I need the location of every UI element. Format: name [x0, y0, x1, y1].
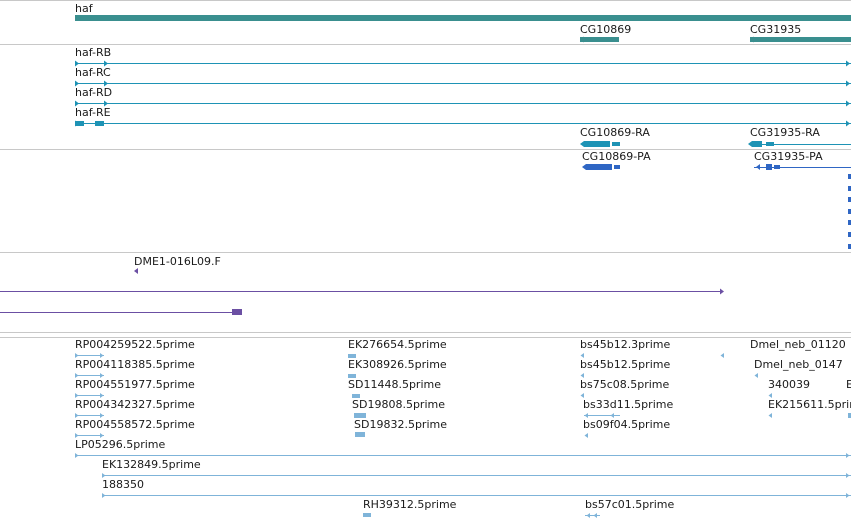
est-label: bs45b12.5prime: [580, 358, 671, 371]
transcript-label-cg31935-ra: CG31935-RA: [750, 126, 820, 139]
gene-label-cg31935: CG31935: [750, 23, 802, 36]
est-label: RP004118385.5prime: [75, 358, 195, 371]
protein-label-cg10869-pa: CG10869-PA: [582, 150, 651, 163]
transcript-exon: [584, 141, 610, 147]
protein-exon: [586, 164, 612, 170]
est-label: Dmel_neb_01120: [750, 338, 846, 351]
transcript-label-haf-re: haf-RE: [75, 106, 111, 119]
est-arrow: [846, 453, 850, 458]
est-label: 188350: [102, 478, 144, 491]
transcript-label-cg10869-ra: CG10869-RA: [580, 126, 650, 139]
est-label: LP05296.5prime: [75, 438, 166, 451]
est-label: RH39312.5prime: [363, 498, 457, 511]
est-arrow: [846, 493, 850, 498]
est-label: bs75c08.5prime: [580, 378, 670, 391]
est-label: EK308926.5prime: [348, 358, 447, 371]
gene-bar-cg10869: [580, 37, 619, 42]
est-label: Dmel_neb_0147: [754, 358, 843, 371]
est-arrow: [768, 413, 772, 418]
est-arrow: [584, 433, 588, 438]
est-label: RP004551977.5prime: [75, 378, 195, 391]
est-arrow: [846, 473, 850, 478]
transcript-exon: [75, 121, 84, 126]
clone-arrow: [134, 268, 138, 274]
gene-label-haf: haf: [75, 2, 93, 15]
est-label: SD19808.5prime: [352, 398, 445, 411]
protein-exon: [774, 165, 780, 169]
est-label: RP004342327.5prime: [75, 398, 195, 411]
protein-exon-arrow: [582, 164, 586, 170]
est-label: RP004558572.5prime: [75, 418, 195, 431]
est-label: bs45b12.3prime: [580, 338, 671, 351]
est-label: E: [846, 378, 851, 391]
est-arrow: [75, 453, 79, 458]
clone-label-dme1-016l09: DME1-016L09.F: [134, 255, 221, 268]
gene-bar-cg31935: [750, 37, 851, 42]
est-label: EK276654.5prime: [348, 338, 447, 351]
transcript-exon-arrow: [748, 141, 752, 147]
est-block: [355, 432, 365, 437]
est-label: bs09f04.5prime: [583, 418, 671, 431]
genome-browser-view: haf CG10869 CG31935 haf-RB haf-RC haf-RD…: [0, 0, 851, 521]
est-arrow: [593, 513, 597, 518]
clone-arrow: [720, 288, 724, 295]
transcript-label-haf-rc: haf-RC: [75, 66, 111, 79]
est-label: bs57c01.5prime: [585, 498, 675, 511]
transcript-exon: [612, 142, 620, 146]
protein-exon: [614, 165, 620, 169]
protein-exon: [766, 164, 772, 170]
transcript-exon-arrow: [846, 100, 850, 107]
transcript-exon: [95, 121, 104, 126]
est-label: SD19832.5prime: [354, 418, 447, 431]
transcript-exon-arrow: [580, 141, 584, 147]
transcript-exon-arrow: [846, 80, 850, 87]
transcript-exon: [766, 142, 774, 146]
transcript-exon-arrow: [846, 120, 850, 127]
transcript-exon: [752, 141, 762, 147]
protein-exon-arrow: [756, 164, 760, 170]
est-label: EK132849.5prime: [102, 458, 201, 471]
est-label: bs33d11.5prime: [583, 398, 674, 411]
gene-bar-haf: [75, 15, 851, 21]
transcript-label-haf-rd: haf-RD: [75, 86, 113, 99]
est-arrow: [754, 373, 758, 378]
clone-block: [232, 309, 242, 315]
est-label: 340039: [768, 378, 810, 391]
est-label: EK215611.5prime: [768, 398, 851, 411]
est-block: [363, 513, 371, 517]
est-arrow: [586, 513, 590, 518]
est-arrow: [102, 493, 106, 498]
protein-label-cg31935-pa: CG31935-PA: [754, 150, 823, 163]
gene-label-cg10869: CG10869: [580, 23, 632, 36]
transcript-exon-arrow: [846, 60, 850, 67]
est-label: RP004259522.5prime: [75, 338, 195, 351]
est-arrow: [720, 353, 724, 358]
est-label: SD11448.5prime: [348, 378, 441, 391]
transcript-label-haf-rb: haf-RB: [75, 46, 112, 59]
